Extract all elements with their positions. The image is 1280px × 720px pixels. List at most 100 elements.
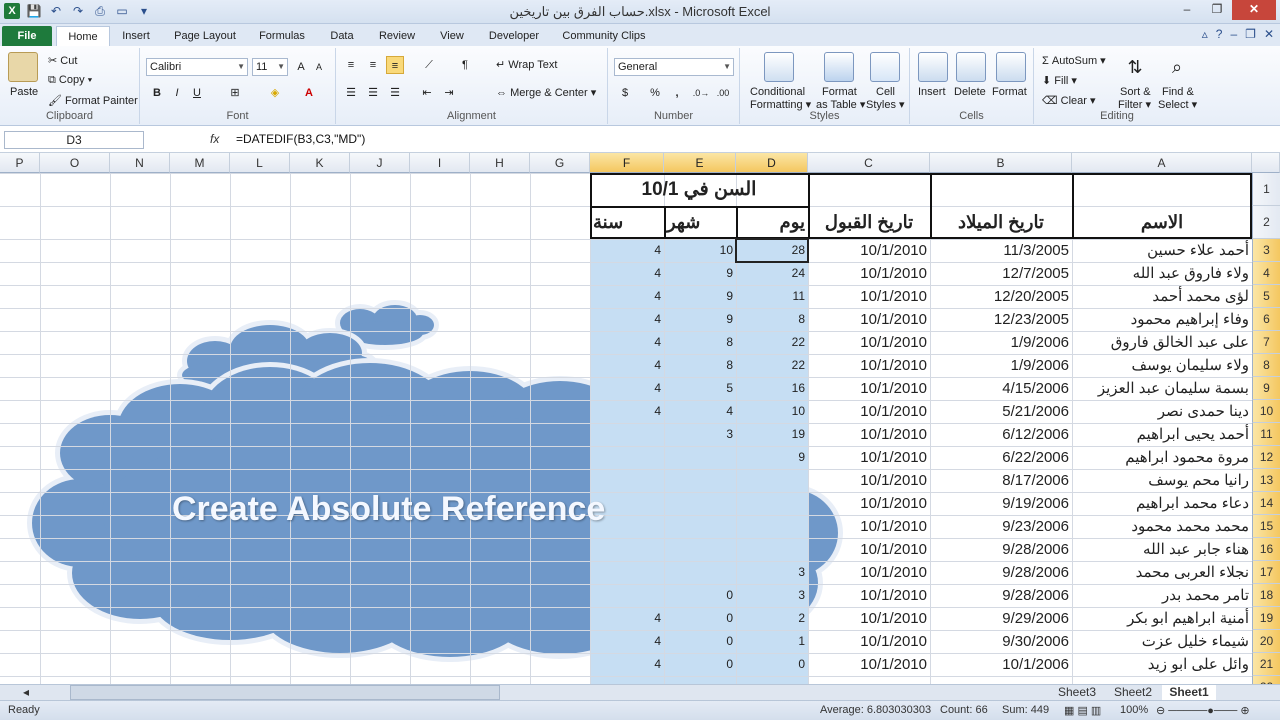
row-header-1[interactable]: 1 <box>1252 173 1280 206</box>
cell-day[interactable]: 22 <box>736 354 808 377</box>
cut-button[interactable]: ✂ Cut <box>48 54 77 67</box>
cell-day[interactable] <box>736 538 808 561</box>
row-header-3[interactable]: 3 <box>1252 239 1280 262</box>
delete-cells-icon[interactable] <box>956 52 986 82</box>
paste-button[interactable]: Paste <box>10 86 38 98</box>
cell-day[interactable]: 1 <box>736 630 808 653</box>
column-header-e[interactable]: E <box>664 153 736 173</box>
cell-name[interactable]: مروة محمود ابراهيم <box>1072 446 1252 469</box>
cell-styles-icon[interactable] <box>870 52 900 82</box>
copy-button[interactable]: ⧉ Copy ▾ <box>48 74 92 87</box>
row-header-17[interactable]: 17 <box>1252 561 1280 584</box>
cell-birth-date[interactable]: 9/29/2006 <box>930 607 1072 630</box>
cell-year[interactable] <box>590 561 664 584</box>
select-all-corner[interactable] <box>1252 153 1280 173</box>
cell-month[interactable]: 3 <box>664 423 736 446</box>
cell-admission-date[interactable]: 10/1/2010 <box>808 285 930 308</box>
horizontal-scrollbar[interactable] <box>70 685 500 700</box>
close-button[interactable]: ✕ <box>1232 0 1276 20</box>
cell-day[interactable]: 3 <box>736 561 808 584</box>
cell-admission-date[interactable]: 10/1/2010 <box>808 653 930 676</box>
cell-name[interactable]: محمد محمد محمود <box>1072 515 1252 538</box>
cell-name[interactable]: بسمة سليمان عبد العزيز <box>1072 377 1252 400</box>
column-header-f[interactable]: F <box>590 153 664 173</box>
format-as-table-label[interactable]: Format <box>822 86 857 98</box>
cell-year[interactable]: 4 <box>590 630 664 653</box>
cell-birth-date[interactable]: 12/23/2005 <box>930 308 1072 331</box>
name-box[interactable]: D3 <box>4 131 144 149</box>
cell-admission-date[interactable]: 10/1/2010 <box>808 239 930 262</box>
row-header-8[interactable]: 8 <box>1252 354 1280 377</box>
cell-day[interactable]: 2 <box>736 607 808 630</box>
currency-button[interactable]: $ <box>616 84 634 102</box>
cell-year[interactable] <box>590 538 664 561</box>
format-as-table-icon[interactable] <box>824 52 854 82</box>
sheet-tab-sheet1[interactable]: Sheet1 <box>1162 685 1216 700</box>
help-icon[interactable]: ? <box>1216 27 1223 41</box>
view-buttons-icon[interactable]: ▦ ▤ ▥ <box>1064 704 1101 717</box>
cell-name[interactable]: لؤى محمد أحمد <box>1072 285 1252 308</box>
row-header-16[interactable]: 16 <box>1252 538 1280 561</box>
cell-day[interactable] <box>736 469 808 492</box>
fill-button[interactable]: ⬇ Fill ▾ <box>1042 74 1077 87</box>
clear-button[interactable]: ⌫ Clear ▾ <box>1042 94 1096 107</box>
cell-month[interactable]: 0 <box>664 607 736 630</box>
cell-day[interactable]: 24 <box>736 262 808 285</box>
row-header-19[interactable]: 19 <box>1252 607 1280 630</box>
cell-birth-date[interactable]: 1/9/2006 <box>930 354 1072 377</box>
cell-admission-date[interactable]: 10/1/2010 <box>808 492 930 515</box>
zoom-level[interactable]: 100% <box>1120 704 1148 716</box>
cell-name[interactable]: تامر محمد بدر <box>1072 584 1252 607</box>
cell-birth-date[interactable]: 9/30/2006 <box>930 630 1072 653</box>
cell-year[interactable]: 4 <box>590 653 664 676</box>
cell-day[interactable]: 10 <box>736 400 808 423</box>
cell-month[interactable]: 8 <box>664 331 736 354</box>
cell-birth-date[interactable]: 9/28/2006 <box>930 561 1072 584</box>
cell-year[interactable]: 4 <box>590 331 664 354</box>
sort-filter-icon[interactable]: ⇅ <box>1120 52 1150 82</box>
align-left-icon[interactable]: ☰ <box>342 84 360 102</box>
conditional-formatting-icon[interactable] <box>764 52 794 82</box>
cell-birth-date[interactable]: 9/28/2006 <box>930 538 1072 561</box>
cell-month[interactable] <box>664 515 736 538</box>
increase-indent-icon[interactable]: ⇥ <box>440 84 458 102</box>
minimize-ribbon-icon[interactable]: ▵ <box>1202 27 1208 41</box>
cell-year[interactable] <box>590 446 664 469</box>
tab-page-layout[interactable]: Page Layout <box>168 26 242 46</box>
row-header-9[interactable]: 9 <box>1252 377 1280 400</box>
sort-filter-label[interactable]: Sort & <box>1120 86 1151 98</box>
column-header-k[interactable]: K <box>290 153 350 173</box>
ribbon-minimize-icon[interactable]: – <box>1230 27 1237 41</box>
cell-day[interactable]: 3 <box>736 584 808 607</box>
cell-year[interactable]: 4 <box>590 239 664 262</box>
column-header-g[interactable]: G <box>530 153 590 173</box>
decrease-decimal-icon[interactable]: .00 <box>714 84 732 102</box>
orientation-icon[interactable]: ⟋ <box>420 56 438 74</box>
cell-birth-date[interactable]: 12/20/2005 <box>930 285 1072 308</box>
cell-admission-date[interactable]: 10/1/2010 <box>808 630 930 653</box>
row-header-7[interactable]: 7 <box>1252 331 1280 354</box>
cell-admission-date[interactable]: 10/1/2010 <box>808 515 930 538</box>
cell-day[interactable]: 16 <box>736 377 808 400</box>
scroll-left-icon[interactable]: ◂ <box>16 685 36 700</box>
cell-month[interactable]: 5 <box>664 377 736 400</box>
column-header-p[interactable]: P <box>0 153 40 173</box>
cell-month[interactable]: 4 <box>664 400 736 423</box>
cell-month[interactable] <box>664 446 736 469</box>
cell-birth-date[interactable]: 9/23/2006 <box>930 515 1072 538</box>
cell-month[interactable]: 10 <box>664 239 736 262</box>
cell-name[interactable]: وفاء إبراهيم محمود <box>1072 308 1252 331</box>
column-header-l[interactable]: L <box>230 153 290 173</box>
formula-input[interactable]: =DATEDIF(B3,C3,"MD") <box>236 132 365 146</box>
align-bottom-icon[interactable]: ≡ <box>386 56 404 74</box>
cell-birth-date[interactable]: 4/15/2006 <box>930 377 1072 400</box>
cell-year[interactable]: 4 <box>590 262 664 285</box>
cell-year[interactable] <box>590 423 664 446</box>
cell-admission-date[interactable]: 10/1/2010 <box>808 400 930 423</box>
column-header-o[interactable]: O <box>40 153 110 173</box>
cell-name[interactable]: على عبد الخالق فاروق <box>1072 331 1252 354</box>
cell-name[interactable]: أحمد علاء حسين <box>1072 239 1252 262</box>
cell-day[interactable] <box>736 515 808 538</box>
column-header-c[interactable]: C <box>808 153 930 173</box>
worksheet-grid[interactable]: P O N M L K J I H G F E D C B A 1 2 3 4 5 6 7 8 9 10 11 12 13 14 15 16 1… <box>0 153 1280 684</box>
